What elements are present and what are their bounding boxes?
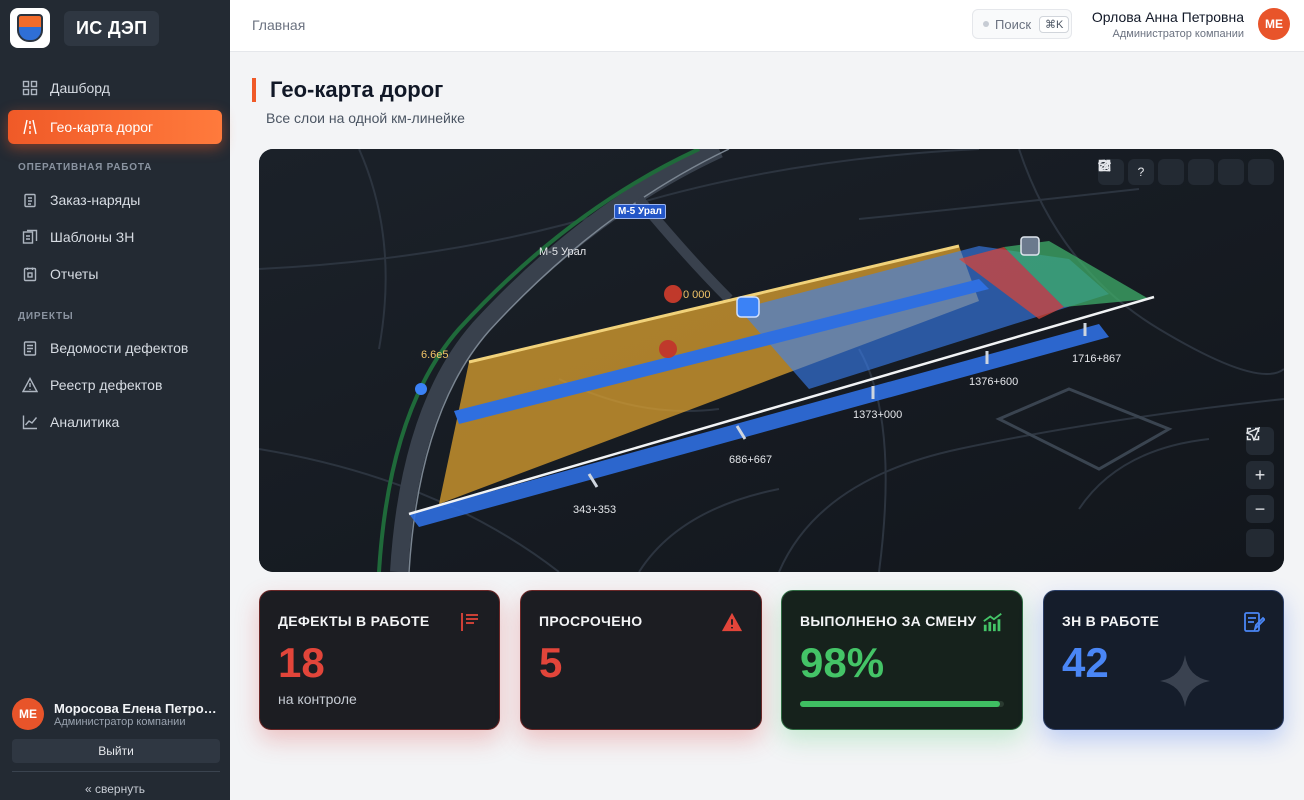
sidebar-user-name: Моросова Елена Петровн... xyxy=(54,700,224,716)
map-toolbar: ? xyxy=(1098,159,1274,185)
search-icon xyxy=(983,21,989,27)
road-name-label: М-5 Урал xyxy=(539,246,587,258)
stat-title: ДЕФЕКТЫ В РАБОТЕ xyxy=(278,613,430,629)
sidebar-item-defect-lists[interactable]: Ведомости дефектов xyxy=(8,331,222,365)
km-label: 1376+600 xyxy=(969,376,1019,388)
header-user-name: Орлова Анна Петровна xyxy=(1091,9,1244,25)
sidebar-item-work-orders[interactable]: Заказ-наряды xyxy=(8,183,222,217)
search-label: Поиск xyxy=(995,16,1032,32)
map-controls: + − xyxy=(1246,427,1274,557)
page-title: Гео-карта дорог xyxy=(252,78,465,102)
document-icon xyxy=(1243,611,1265,633)
sidebar-item-defect-registry[interactable]: Реестр дефектов xyxy=(8,368,222,402)
report-icon xyxy=(22,266,38,282)
page-subtitle: Все слои на одной км-линейке xyxy=(266,110,465,126)
search-input[interactable]: Поиск ⌘K xyxy=(972,9,1072,39)
defect-marker-icon[interactable] xyxy=(659,340,677,358)
dashboard-icon xyxy=(22,80,38,96)
sign-marker-icon[interactable] xyxy=(1020,236,1040,256)
breadcrumb[interactable]: Главная xyxy=(252,17,305,33)
road-sign-label: М-5 Урал xyxy=(614,204,666,219)
stat-subtitle: на контроле xyxy=(278,691,357,707)
brand: ИС ДЭП xyxy=(10,8,160,48)
zoom-out-icon[interactable]: − xyxy=(1246,495,1274,523)
geo-map[interactable]: М-5 Урал М-5 Урал 6.6е5 0 000 343+353 68… xyxy=(259,149,1284,572)
stat-value: 18 xyxy=(278,639,325,686)
avatar[interactable]: МЕ xyxy=(1258,8,1290,40)
expand-icon[interactable] xyxy=(1098,159,1274,185)
road-icon xyxy=(22,119,38,135)
locate-icon[interactable] xyxy=(1246,427,1274,557)
logout-button[interactable]: Выйти xyxy=(12,739,220,763)
sidebar-item-label: Реестр дефектов xyxy=(50,377,163,393)
warning-icon xyxy=(22,377,38,393)
section-title-operations: ОПЕРАТИВНАЯ РАБОТА xyxy=(18,162,153,173)
avatar: МЕ xyxy=(12,698,44,730)
stat-card-work-orders[interactable]: ЗН В РАБОТЕ 42 xyxy=(1043,590,1284,730)
help-icon[interactable]: ? xyxy=(1128,159,1154,185)
header-user-role: Администратор компании xyxy=(1112,28,1244,40)
defect-marker-icon[interactable] xyxy=(664,285,682,303)
top-marker-label: 0 000 xyxy=(683,289,711,301)
layers-icon[interactable] xyxy=(1098,159,1244,185)
sidebar-item-label: Шаблоны ЗН xyxy=(50,229,135,245)
sparkle-icon xyxy=(1160,655,1210,707)
sidebar-user[interactable]: МЕ Моросова Елена Петровн... Администрат… xyxy=(12,698,224,730)
map-canvas xyxy=(259,149,1284,572)
stat-title: ЗН В РАБОТЕ xyxy=(1062,613,1160,629)
sidebar-item-label: Ведомости дефектов xyxy=(50,340,189,356)
left-marker-label: 6.6е5 xyxy=(421,349,449,361)
completion-progress-fill xyxy=(800,701,1000,707)
sidebar-item-label: Гео-карта дорог xyxy=(50,119,154,135)
collapse-sidebar-button[interactable]: « свернуть xyxy=(0,782,230,796)
stat-title: ВЫПОЛНЕНО ЗА СМЕНУ xyxy=(800,613,977,629)
km-label: 1373+000 xyxy=(853,409,903,421)
stat-value: 5 xyxy=(539,639,563,686)
sidebar-item-label: Дашборд xyxy=(50,80,110,96)
stat-card-completed[interactable]: ВЫПОЛНЕНО ЗА СМЕНУ 98% xyxy=(781,590,1023,730)
templates-icon xyxy=(22,229,38,245)
chart-icon xyxy=(22,414,38,430)
alert-icon xyxy=(721,611,743,633)
growth-icon xyxy=(982,611,1004,633)
km-label: 1716+867 xyxy=(1072,353,1122,365)
stat-value: 98% xyxy=(800,639,885,686)
km-label: 343+353 xyxy=(573,504,617,516)
sidebar-item-label: Аналитика xyxy=(50,414,120,430)
edit-icon[interactable] xyxy=(1098,159,1214,185)
brand-logo[interactable] xyxy=(10,8,50,48)
sidebar-item-analytics[interactable]: Аналитика xyxy=(8,405,222,439)
sidebar: ИС ДЭП Дашборд Гео-карта дорог ОПЕРАТИВН… xyxy=(0,0,230,800)
stat-card-defects[interactable]: ДЕФЕКТЫ В РАБОТЕ 18 на контроле xyxy=(259,590,500,730)
page-heading: Гео-карта дорог Все слои на одной км-лин… xyxy=(252,78,465,126)
sidebar-user-role: Администратор компании xyxy=(54,715,186,728)
sidebar-item-label: Отчеты xyxy=(50,266,99,282)
stat-card-overdue[interactable]: ПРОСРОЧЕНО 5 xyxy=(520,590,762,730)
camera-marker-icon[interactable] xyxy=(736,296,760,318)
completion-progress-bar xyxy=(800,701,1004,707)
top-header: Главная Поиск ⌘K Орлова Анна Петровна Ад… xyxy=(230,0,1304,52)
sidebar-item-reports[interactable]: Отчеты xyxy=(8,257,222,291)
list-icon xyxy=(22,340,38,356)
list-icon xyxy=(459,611,481,633)
road-shield-icon xyxy=(415,383,427,395)
sidebar-item-templates[interactable]: Шаблоны ЗН xyxy=(8,220,222,254)
stat-title: ПРОСРОЧЕНО xyxy=(539,613,643,629)
shield-logo-icon xyxy=(17,14,43,42)
header-user[interactable]: Орлова Анна Петровна Администратор компа… xyxy=(1092,9,1244,40)
km-label: 686+667 xyxy=(729,454,773,466)
sidebar-item-label: Заказ-наряды xyxy=(50,192,141,208)
search-shortcut: ⌘K xyxy=(1039,15,1070,33)
sidebar-divider xyxy=(12,771,220,772)
brand-name: ИС ДЭП xyxy=(64,10,160,46)
sidebar-item-dashboard[interactable]: Дашборд xyxy=(8,71,222,105)
clipboard-icon xyxy=(22,192,38,208)
calendar-icon[interactable] xyxy=(1098,159,1184,185)
section-title-directs: ДИРЕКТЫ xyxy=(18,311,74,322)
sidebar-item-geo-map[interactable]: Гео-карта дорог xyxy=(8,110,222,144)
zoom-in-icon[interactable]: + xyxy=(1246,461,1274,489)
